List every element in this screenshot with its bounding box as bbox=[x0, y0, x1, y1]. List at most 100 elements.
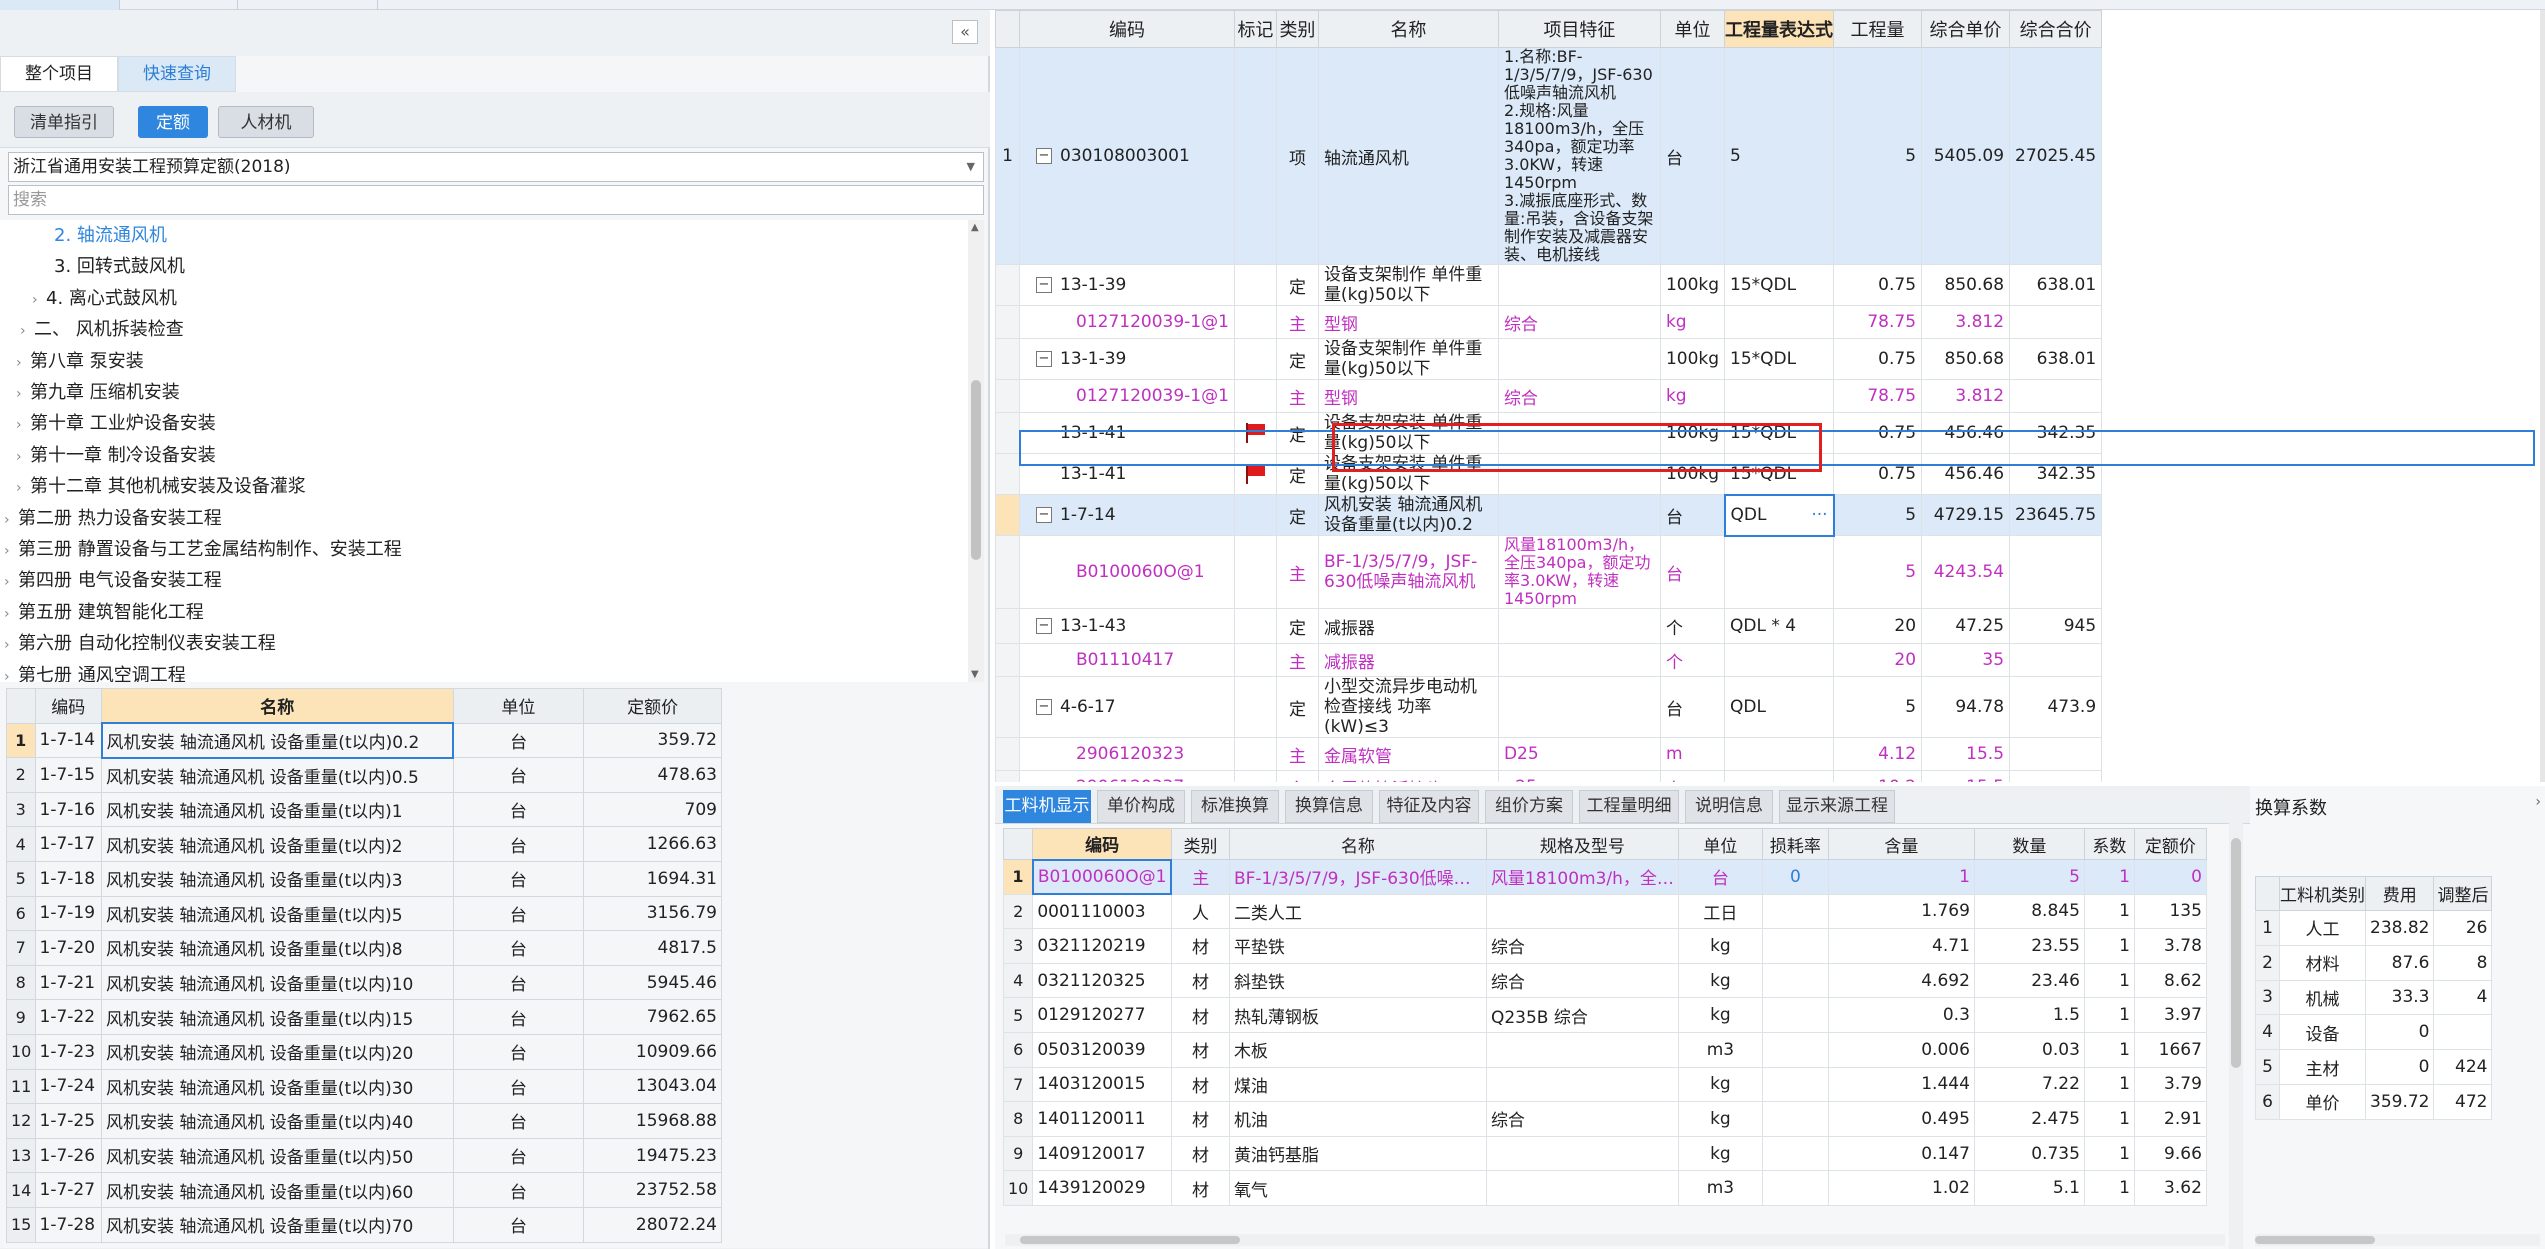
bill-row[interactable]: 0127120039-1@1 主型钢 综合 kg 78.75 3.812 bbox=[995, 305, 2103, 339]
quota-library-select[interactable]: 浙江省通用安装工程预算定额(2018) ▼ bbox=[8, 152, 984, 182]
chevron-right-icon[interactable]: › bbox=[4, 567, 18, 598]
top-tab[interactable] bbox=[238, 0, 378, 10]
conversion-horizontal-scrollbar[interactable] bbox=[2255, 1234, 2540, 1246]
sub-tab-bill-guide[interactable]: 清单指引 bbox=[14, 106, 114, 138]
item-name[interactable]: 设备支架制作 单件重量(kg)50以下 bbox=[1317, 264, 1499, 306]
bill-row[interactable]: −13-1-39 定设备支架制作 单件重量(kg)50以下 100kg 15*QDL 0… bbox=[995, 264, 2103, 306]
col-header-price[interactable]: 定额价 bbox=[583, 688, 722, 724]
table-row[interactable]: 4 设备 0 bbox=[2255, 1014, 2493, 1051]
quantity-expression[interactable]: 15*QDL bbox=[1724, 338, 1835, 380]
table-row[interactable]: 1 人工 238.82 26 bbox=[2255, 910, 2493, 946]
detail-tab[interactable]: 组价方案 bbox=[1485, 790, 1573, 823]
scrollbar-thumb[interactable] bbox=[1020, 1236, 1240, 1244]
item-name[interactable]: 减振器 bbox=[1317, 608, 1499, 644]
detail-col-header[interactable]: 损耗率 bbox=[1761, 828, 1829, 860]
detail-horizontal-scrollbar[interactable] bbox=[1005, 1234, 2225, 1246]
quantity-expression[interactable] bbox=[1724, 643, 1835, 677]
double-chevron-left-icon[interactable]: « bbox=[952, 20, 978, 44]
detail-tab[interactable]: 特征及内容 bbox=[1379, 790, 1479, 823]
item-name[interactable]: 轴流通风机 bbox=[1317, 47, 1499, 265]
item-feature[interactable]: φ25 bbox=[1497, 770, 1661, 782]
col-header-quantity[interactable]: 工程量 bbox=[1833, 10, 1923, 48]
tree-item[interactable]: › 第七册 通风空调工程 bbox=[4, 660, 186, 682]
scroll-up-icon[interactable]: ▲ bbox=[971, 222, 979, 233]
chevron-right-icon[interactable]: › bbox=[4, 505, 18, 536]
table-row[interactable]: 13 1-7-26 风机安装 轴流通风机 设备重量(t以内)50 台 19475.23 bbox=[6, 1137, 722, 1174]
item-name[interactable]: 设备支架制作 单件重量(kg)50以下 bbox=[1317, 338, 1499, 380]
tree-item[interactable]: › 第八章 泵安装 bbox=[16, 346, 144, 377]
item-code-cell[interactable]: 2906120337 bbox=[1019, 770, 1235, 782]
item-name[interactable]: 风机安装 轴流通风机 设备重量(t以内)0.2 bbox=[1317, 494, 1499, 536]
tree-item[interactable]: › 第六册 自动化控制仪表安装工程 bbox=[4, 628, 276, 659]
table-row[interactable]: 2 0001110003 人二类人工 工日 1.769 8.845 1 135 bbox=[1002, 893, 2207, 930]
tree-item[interactable]: 3. 回转式鼓风机 bbox=[40, 251, 185, 282]
col-header-name[interactable]: 名称 bbox=[1317, 10, 1499, 48]
bill-row[interactable]: 1−030108003001 项轴流通风机 1.名称:BF-1/3/5/7/9，JS… bbox=[995, 47, 2103, 265]
chevron-right-icon[interactable]: › bbox=[20, 316, 34, 347]
table-row[interactable]: 6 0503120039 材木板 m3 0.006 0.03 1 1667 bbox=[1002, 1031, 2207, 1068]
detail-col-header[interactable]: 含量 bbox=[1827, 828, 1975, 860]
item-feature[interactable] bbox=[1497, 676, 1661, 738]
item-feature[interactable] bbox=[1497, 643, 1661, 677]
chevron-right-icon[interactable]: › bbox=[16, 442, 30, 473]
table-row[interactable]: 1 1-7-14 风机安装 轴流通风机 设备重量(t以内)0.2 台 359.72 bbox=[6, 722, 722, 759]
top-tab[interactable] bbox=[0, 0, 120, 10]
item-feature[interactable]: 风量18100m3/h，全压340pa，额定功率3.0KW，转速1450rpm bbox=[1497, 535, 1661, 609]
scrollbar-thumb[interactable] bbox=[2255, 1236, 2375, 1244]
collapse-toggle-icon[interactable]: − bbox=[1036, 507, 1052, 523]
mark-cell[interactable] bbox=[1233, 535, 1277, 609]
mark-cell[interactable] bbox=[1233, 643, 1277, 677]
item-feature[interactable] bbox=[1497, 264, 1661, 306]
bill-row[interactable]: 13-1-41 定设备支架安装 单件重量(kg)50以下 100kg 15*QDL 0.… bbox=[995, 453, 2103, 495]
item-feature[interactable]: 综合 bbox=[1497, 305, 1661, 339]
mark-cell[interactable] bbox=[1233, 494, 1277, 536]
bill-row[interactable]: −13-1-43 定减振器 个 QDL * 4 20 47.25 945 bbox=[995, 608, 2103, 644]
item-code-cell[interactable]: B0100060O@1 bbox=[1019, 535, 1235, 609]
item-name[interactable]: 设备支架安装 单件重量(kg)50以下 bbox=[1317, 412, 1499, 454]
col-header-feature[interactable]: 项目特征 bbox=[1497, 10, 1661, 48]
detail-col-header[interactable]: 数量 bbox=[1973, 828, 2085, 860]
tree-item[interactable]: › 第四册 电气设备安装工程 bbox=[4, 565, 222, 596]
table-row[interactable]: 7 1-7-20 风机安装 轴流通风机 设备重量(t以内)8 台 4817.5 bbox=[6, 930, 722, 966]
table-row[interactable]: 10 1-7-23 风机安装 轴流通风机 设备重量(t以内)20 台 10909.66 bbox=[6, 1033, 722, 1070]
mark-cell[interactable] bbox=[1233, 379, 1277, 413]
mark-cell[interactable] bbox=[1233, 412, 1277, 454]
item-code-cell[interactable]: 0127120039-1@1 bbox=[1019, 305, 1235, 339]
col-header-type[interactable]: 类别 bbox=[1275, 10, 1319, 48]
tree-item[interactable]: › 第十二章 其他机械安装及设备灌浆 bbox=[16, 471, 306, 502]
col-header-unit[interactable]: 单位 bbox=[452, 688, 585, 724]
item-name[interactable]: 减振器 bbox=[1317, 643, 1499, 677]
sub-tab-quota[interactable]: 定额 bbox=[138, 106, 208, 138]
detail-col-header[interactable]: 类别 bbox=[1170, 828, 1230, 860]
item-feature[interactable] bbox=[1497, 608, 1661, 644]
item-code-cell[interactable]: 2906120323 bbox=[1019, 737, 1235, 771]
table-row[interactable]: 8 1401120011 材机油 综合 kg 0.495 2.475 1 2.91 bbox=[1002, 1101, 2207, 1137]
table-row[interactable]: 3 0321120219 材平垫铁 综合 kg 4.71 23.55 1 3.78 bbox=[1002, 928, 2207, 964]
chevron-right-icon[interactable]: › bbox=[16, 473, 30, 504]
item-feature[interactable]: 1.名称:BF-1/3/5/7/9，JSF-630低噪声轴流风机 2.规格:风量1… bbox=[1497, 47, 1661, 265]
mark-cell[interactable] bbox=[1233, 453, 1277, 495]
tree-item[interactable]: › 二、 风机拆装检查 bbox=[20, 314, 184, 345]
col-header-code[interactable]: 编码 bbox=[34, 688, 102, 724]
mark-cell[interactable] bbox=[1233, 305, 1277, 339]
item-code-cell[interactable]: −13-1-39 bbox=[1019, 338, 1235, 380]
bill-row[interactable]: B01110417 主减振器 个 20 35 bbox=[995, 643, 2103, 677]
conv-col-header[interactable]: 费用 bbox=[2364, 876, 2435, 911]
quantity-expression[interactable] bbox=[1724, 305, 1835, 339]
quantity-expression[interactable]: 5 bbox=[1724, 47, 1835, 265]
scrollbar-thumb[interactable] bbox=[971, 380, 981, 560]
item-code-cell[interactable]: −13-1-39 bbox=[1019, 264, 1235, 306]
collapse-toggle-icon[interactable]: − bbox=[1036, 699, 1052, 715]
item-code-cell[interactable]: −13-1-43 bbox=[1019, 608, 1235, 644]
chevron-right-icon[interactable]: › bbox=[32, 285, 46, 316]
item-feature[interactable] bbox=[1497, 338, 1661, 380]
chevron-right-icon[interactable]: › bbox=[4, 662, 18, 682]
table-row[interactable]: 2 1-7-15 风机安装 轴流通风机 设备重量(t以内)0.5 台 478.63 bbox=[6, 757, 722, 793]
item-code-cell[interactable]: 13-1-41 bbox=[1019, 453, 1235, 495]
detail-tab[interactable]: 工程量明细 bbox=[1579, 790, 1679, 823]
table-row[interactable]: 1 B0100060O@1 主 BF-1/3/5/7/9，JSF-630低噪… 风量18… bbox=[1002, 858, 2207, 896]
table-row[interactable]: 5 1-7-18 风机安装 轴流通风机 设备重量(t以内)3 台 1694.31 bbox=[6, 860, 722, 897]
col-header-name[interactable]: 名称 bbox=[101, 688, 454, 724]
item-code-cell[interactable]: −4-6-17 bbox=[1019, 676, 1235, 738]
item-name[interactable]: 小型交流异步电动机检查接线 功率(kW)≤3 bbox=[1317, 676, 1499, 738]
